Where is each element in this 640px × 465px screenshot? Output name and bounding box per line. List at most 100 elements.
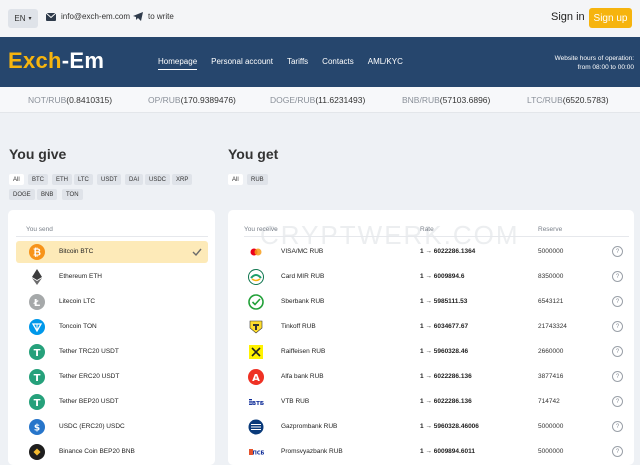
give-item-label: Binance Coin BEP20 BNB	[59, 448, 135, 455]
get-item-raiffeisen[interactable]: Raiffeisen RUB 1 → 5960328.46 2660000 ?	[244, 341, 629, 363]
give-item-label: USDC (ERC20) USDC	[59, 423, 125, 430]
give-item-btc[interactable]: ₿ Bitcoin BTC	[16, 241, 208, 263]
get-item-tinkoff[interactable]: Tinkoff RUB 1 → 6034677.67 21743324 ?	[244, 316, 629, 338]
telegram-link[interactable]: to write	[133, 12, 174, 21]
sign-up-button[interactable]: Sign up	[589, 8, 632, 28]
help-icon[interactable]: ?	[612, 421, 623, 432]
nav-item-homepage[interactable]: Homepage	[158, 57, 198, 70]
get-item-label: Raiffeisen RUB	[281, 348, 326, 355]
write-text: to write	[148, 12, 174, 21]
help-icon[interactable]: ?	[612, 396, 623, 407]
get-item-label: VISA/MC RUB	[281, 248, 324, 255]
give-item-usdt-erc20[interactable]: T Tether ERC20 USDT	[16, 366, 208, 388]
ticker-item: NOT/RUB(0.8410315)	[28, 95, 112, 105]
help-icon[interactable]: ?	[612, 446, 623, 457]
give-item-label: Bitcoin BTC	[59, 248, 94, 255]
chevron-down-icon: ▾	[28, 16, 32, 22]
help-icon[interactable]: ?	[612, 346, 623, 357]
main-nav: Exch-Em Homepage Personal account Tariff…	[0, 37, 640, 87]
svg-text:Ł: Ł	[33, 298, 41, 309]
help-icon[interactable]: ?	[612, 321, 623, 332]
give-filter-eth[interactable]: ETH	[52, 174, 72, 185]
get-filter-all[interactable]: All	[228, 174, 243, 185]
nav-item-contacts[interactable]: Contacts	[322, 57, 354, 70]
ticker-pair: LTC/RUB	[527, 95, 563, 105]
help-icon[interactable]: ?	[612, 371, 623, 382]
get-item-rate: 1 → 6009894.6	[420, 273, 465, 280]
give-filter-bnb[interactable]: BNB	[37, 189, 58, 200]
give-filter-doge[interactable]: DOGE	[9, 189, 35, 200]
working-hours: Website hours of operation: from 08:00 t…	[555, 54, 634, 72]
ticker-item: OP/RUB(170.9389476)	[148, 95, 236, 105]
tinkoff-icon	[249, 320, 263, 334]
mir-icon	[248, 269, 264, 285]
column-you-receive: You receive	[244, 226, 278, 233]
email-text: info@exch-em.com	[61, 12, 131, 21]
give-item-label: Litecoin LTC	[59, 298, 96, 305]
get-item-mir[interactable]: Card MIR RUB 1 → 6009894.6 8350000 ?	[244, 266, 629, 288]
get-filter-rub[interactable]: RUB	[247, 174, 268, 185]
nav-item-aml-kyc[interactable]: AML/KYC	[368, 57, 403, 70]
get-item-label: VTB RUB	[281, 398, 310, 405]
give-item-ltc[interactable]: Ł Litecoin LTC	[16, 291, 208, 313]
help-icon[interactable]: ?	[612, 246, 623, 257]
give-item-usdt-trc20[interactable]: T Tether TRC20 USDT	[16, 341, 208, 363]
ticker-value: (57103.6896)	[439, 95, 491, 105]
column-rate: Rate	[420, 226, 434, 233]
get-item-label: Alfa bank RUB	[281, 373, 324, 380]
help-icon[interactable]: ?	[612, 296, 623, 307]
psb-icon: ПСБ	[249, 449, 264, 457]
give-item-label: Tether BEP20 USDT	[59, 398, 119, 405]
nav-item-personal-account[interactable]: Personal account	[211, 57, 273, 70]
give-filter-all[interactable]: All	[9, 174, 24, 185]
ticker-pair: NOT/RUB	[28, 95, 67, 105]
litecoin-icon: Ł	[29, 294, 45, 310]
give-item-label: Tether TRC20 USDT	[59, 348, 119, 355]
get-item-reserve: 2660000	[538, 348, 564, 355]
get-item-reserve: 5000000	[538, 448, 564, 455]
get-item-label: Gazprombank RUB	[281, 423, 338, 430]
get-item-gazprombank[interactable]: Gazprombank RUB 1 → 5960328.46006 500000…	[244, 416, 629, 438]
give-filter-ltc[interactable]: LTC	[74, 174, 93, 185]
give-item-usdc[interactable]: $ USDC (ERC20) USDC	[16, 416, 208, 438]
give-item-label: Ethereum ETH	[59, 273, 102, 280]
get-title: You get	[228, 146, 279, 162]
give-item-ton[interactable]: Toncoin TON	[16, 316, 208, 338]
give-filter-dai[interactable]: DAI	[125, 174, 144, 185]
give-filter-xrp[interactable]: XRP	[172, 174, 193, 185]
give-filter-ton[interactable]: TON	[62, 189, 83, 200]
email-link[interactable]: info@exch-em.com	[46, 12, 130, 21]
get-item-reserve: 714742	[538, 398, 560, 405]
vtb-icon: ВТБ	[249, 399, 264, 407]
help-icon[interactable]: ?	[612, 271, 623, 282]
usdc-icon: $	[29, 419, 45, 435]
tether-icon: T	[29, 369, 45, 385]
telegram-icon	[133, 12, 143, 21]
sberbank-icon	[248, 294, 264, 310]
nav-item-tariffs[interactable]: Tariffs	[287, 57, 308, 70]
get-item-vtb[interactable]: ВТБ VTB RUB 1 → 6022286.136 714742 ?	[244, 391, 629, 413]
get-item-psb[interactable]: ПСБ Promsvyazbank RUB 1 → 6009894.6011 5…	[244, 441, 629, 463]
language-select[interactable]: EN ▾	[8, 9, 38, 28]
get-item-visa-mc[interactable]: VISA/MC RUB 1 → 6022286.1364 5000000 ?	[244, 241, 629, 263]
svg-text:$: $	[34, 424, 40, 434]
get-item-sberbank[interactable]: Sberbank RUB 1 → 5985111.53 6543121 ?	[244, 291, 629, 313]
give-item-eth[interactable]: Ethereum ETH	[16, 266, 208, 288]
tether-icon: T	[29, 394, 45, 410]
give-item-label: Tether ERC20 USDT	[59, 373, 120, 380]
give-filter-usdt[interactable]: USDT	[97, 174, 122, 185]
logo[interactable]: Exch-Em	[8, 48, 104, 74]
svg-text:ВТБ: ВТБ	[252, 401, 264, 407]
give-filter-usdc[interactable]: USDC	[145, 174, 171, 185]
give-filter-btc[interactable]: BTC	[28, 174, 48, 185]
give-item-usdt-bep20[interactable]: T Tether BEP20 USDT	[16, 391, 208, 413]
ticker-item: LTC/RUB(6520.5783)	[527, 95, 609, 105]
get-item-label: Card MIR RUB	[281, 273, 325, 280]
ticker-pair: OP/RUB	[148, 95, 181, 105]
give-item-bnb[interactable]: Binance Coin BEP20 BNB	[16, 441, 208, 463]
mail-icon	[46, 12, 56, 21]
logo-part1: Exch	[8, 48, 62, 73]
get-item-reserve: 5000000	[538, 248, 564, 255]
get-item-alfa[interactable]: A Alfa bank RUB 1 → 6022286.136 3877416 …	[244, 366, 629, 388]
sign-in-link[interactable]: Sign in	[551, 11, 585, 23]
